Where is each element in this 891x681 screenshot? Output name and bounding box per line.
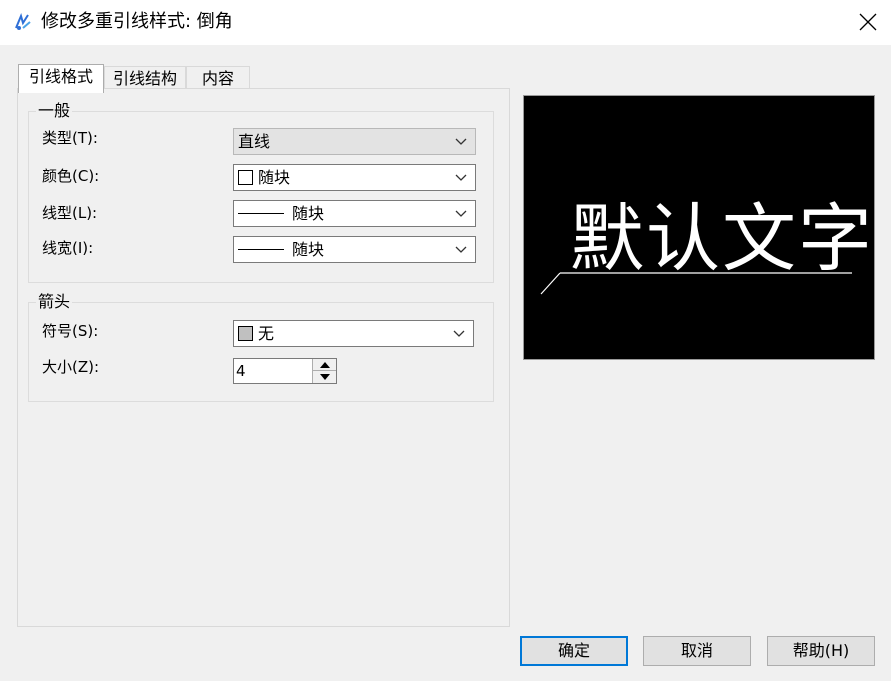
ok-button[interactable]: 确定 [520,636,628,666]
preview-canvas: 默认文字 [540,196,874,295]
color-value: 随块 [258,168,291,187]
title-bar: 修改多重引线样式: 倒角 [0,0,891,45]
arrowhead-group [28,302,494,402]
close-button[interactable] [846,0,891,45]
app-icon [12,11,34,33]
lineweight-label: 线宽(I): [42,239,94,257]
size-input[interactable] [236,361,310,381]
tab-leader-format[interactable]: 引线格式 [18,64,104,93]
symbol-label: 符号(S): [42,322,99,340]
type-value: 直线 [238,132,271,151]
style-preview: 默认文字 [523,95,875,360]
triangle-down-icon [320,374,330,380]
type-label: 类型(T): [42,129,98,147]
help-button[interactable]: 帮助(H) [767,636,875,666]
color-select[interactable]: 随块 [233,164,476,191]
chevron-down-icon [455,138,467,145]
size-decrement-button[interactable] [312,371,336,383]
size-stepper[interactable] [233,358,337,384]
symbol-swatch-icon [238,326,253,341]
chevron-down-icon [455,210,467,217]
color-label: 颜色(C): [42,167,100,185]
linetype-select[interactable]: 随块 [233,200,476,227]
lineweight-select[interactable]: 随块 [233,236,476,263]
line-sample-icon [238,213,284,214]
chevron-down-icon [455,246,467,253]
cancel-button[interactable]: 取消 [643,636,751,666]
size-label: 大小(Z): [42,358,100,376]
linetype-value: 随块 [292,204,325,223]
window-title: 修改多重引线样式: 倒角 [41,11,233,32]
leader-line [540,272,561,295]
preview-text: 默认文字 [570,196,874,282]
symbol-select[interactable]: 无 [233,320,474,347]
type-select[interactable]: 直线 [233,128,476,155]
color-swatch-icon [238,170,253,185]
linetype-label: 线型(L): [42,204,98,222]
arrowhead-legend: 箭头 [36,292,73,311]
lineweight-value: 随块 [292,240,325,259]
chevron-down-icon [453,330,465,337]
size-increment-button[interactable] [312,359,336,371]
general-legend: 一般 [36,101,73,120]
triangle-up-icon [320,362,330,368]
close-icon [859,13,877,31]
symbol-value: 无 [258,324,275,343]
line-sample-icon [238,249,284,250]
chevron-down-icon [455,174,467,181]
